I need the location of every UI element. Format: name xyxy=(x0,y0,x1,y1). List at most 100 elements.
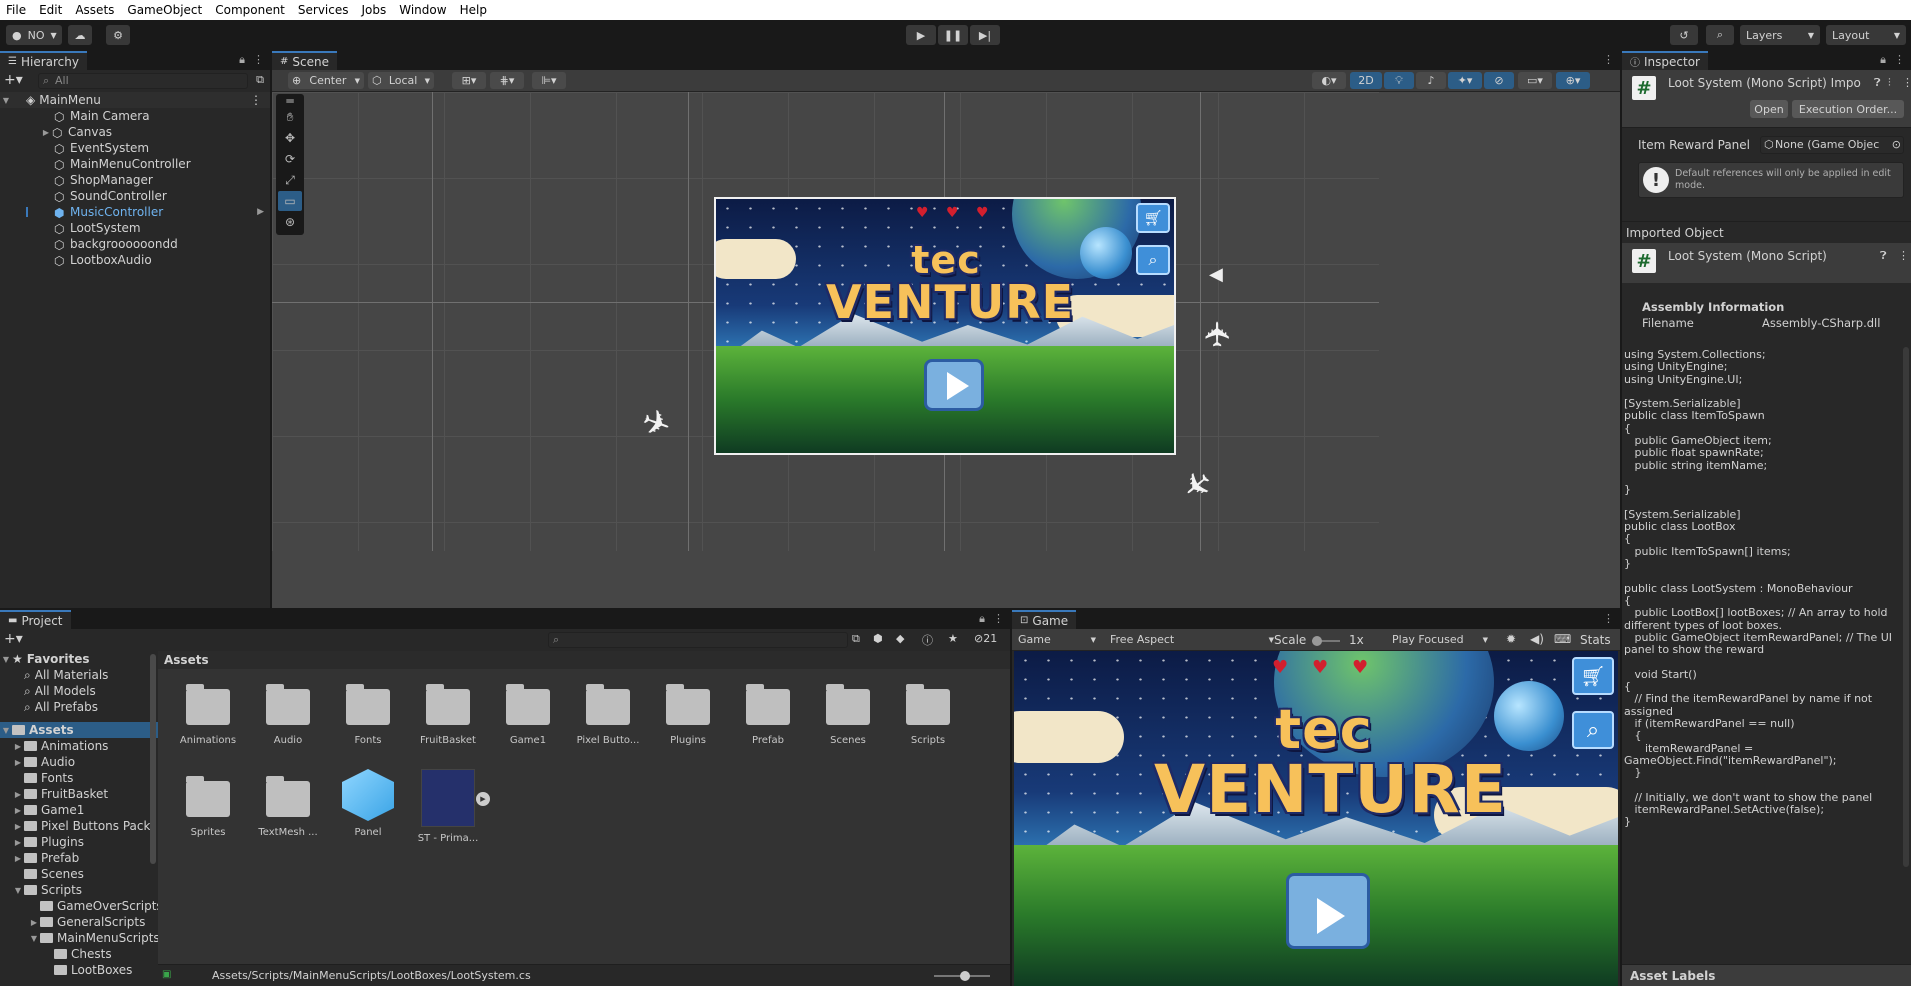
asset-folder[interactable]: Audio xyxy=(254,684,322,746)
hierarchy-item[interactable]: ⬡ MainMenuController xyxy=(54,156,191,172)
grid-snap-button[interactable]: ⊞▾ xyxy=(452,72,486,89)
display-dropdown[interactable]: Game ▼ xyxy=(1014,631,1100,648)
hierarchy-item[interactable]: ⬡ EventSystem xyxy=(54,140,149,156)
folder-row[interactable]: Fonts xyxy=(24,770,73,786)
favorite-item[interactable]: ⌕ All Models xyxy=(24,683,96,699)
more-menu-icon[interactable]: ⋮ xyxy=(1898,249,1909,262)
tab-scene[interactable]: # Scene xyxy=(272,51,337,70)
hierarchy-item[interactable]: ⬡ backgroooooondd xyxy=(54,236,178,252)
play-mode-dropdown[interactable]: Play Focused ▼ xyxy=(1388,631,1492,648)
folder-row[interactable]: ▼ MainMenuScripts xyxy=(28,930,160,946)
move-tool-icon[interactable]: ✥ xyxy=(278,128,302,148)
ruler-button[interactable]: ⊫▾ xyxy=(532,72,566,89)
tab-project[interactable]: ▬ Project xyxy=(0,610,71,629)
hierarchy-item[interactable]: ⬡ Main Camera xyxy=(54,108,150,124)
star-icon[interactable]: ★ xyxy=(948,632,958,645)
cloud-icon[interactable]: ☁ xyxy=(68,25,92,45)
scene-row[interactable]: ▼ ◈ MainMenu ⋮ xyxy=(0,92,270,108)
asset-prefab[interactable]: Panel xyxy=(334,769,402,838)
folder-row[interactable]: Chests xyxy=(54,946,112,962)
drag-handle-icon[interactable]: ═ xyxy=(278,94,302,108)
game-play-button[interactable] xyxy=(1286,873,1370,949)
rotate-tool-icon[interactable]: ⟳ xyxy=(278,149,302,169)
favorite-item[interactable]: ⌕ All Prefabs xyxy=(24,699,98,715)
tab-game[interactable]: ⊡ Game xyxy=(1012,610,1077,629)
space-dropdown[interactable]: ⬡ Local ▼ xyxy=(368,72,434,89)
toggle-2d-button[interactable]: 2D xyxy=(1350,72,1382,89)
shop-cart-button[interactable]: 🛒︎ xyxy=(1136,203,1170,233)
favorites-row[interactable]: ▼ ★ Favorites xyxy=(0,651,90,667)
history-button[interactable]: ↺ xyxy=(1670,25,1698,45)
icon-size-slider[interactable] xyxy=(934,971,990,981)
open-button[interactable]: Open xyxy=(1750,100,1788,118)
menu-jobs[interactable]: Jobs xyxy=(356,3,394,17)
audio-toggle[interactable]: ♪ xyxy=(1416,72,1446,89)
asset-folder[interactable]: Scenes xyxy=(814,684,882,746)
scrollbar[interactable] xyxy=(1903,347,1909,867)
audio-mute-icon[interactable]: ◀) xyxy=(1530,632,1544,646)
scrollbar[interactable] xyxy=(150,654,156,864)
more-menu-icon[interactable]: ⋮ xyxy=(993,612,1004,626)
pivot-dropdown[interactable]: ⊕ Center ▼ xyxy=(288,72,364,89)
folder-row[interactable]: ▶ FruitBasket xyxy=(12,786,108,802)
menu-assets[interactable]: Assets xyxy=(69,3,121,17)
menu-help[interactable]: Help xyxy=(454,3,494,17)
more-menu-icon[interactable]: ⋮ xyxy=(1603,612,1614,625)
shop-cart-button[interactable]: 🛒︎ xyxy=(1572,657,1614,695)
add-button[interactable]: +▾ xyxy=(4,631,23,647)
menu-window[interactable]: Window xyxy=(393,3,453,17)
asset-folder[interactable]: Game1 xyxy=(494,684,562,746)
folder-row[interactable]: ▶ Audio xyxy=(12,754,75,770)
search-game-button[interactable]: ⌕ xyxy=(1136,245,1170,275)
hierarchy-search-input[interactable]: ⌕ All xyxy=(38,73,248,89)
camera-settings-button[interactable]: ▭▾ xyxy=(1518,72,1552,89)
slider-thumb[interactable] xyxy=(1312,636,1322,646)
asset-folder[interactable]: Plugins xyxy=(654,684,722,746)
spaceship-sprite[interactable]: ✈ xyxy=(1198,320,1238,349)
layers-dropdown[interactable]: Layers ▼ xyxy=(1740,25,1820,45)
asset-folder[interactable]: Animations xyxy=(174,684,242,746)
spaceship-sprite[interactable]: ✈ xyxy=(636,400,676,447)
tab-inspector[interactable]: ⓘ Inspector xyxy=(1622,51,1708,70)
hand-tool-icon[interactable]: ✋︎ xyxy=(278,107,302,127)
play-button[interactable]: ▶ xyxy=(906,25,936,45)
folder-row[interactable]: GameOverScripts xyxy=(40,898,163,914)
game-canvas-preview[interactable]: ♥ ♥ ♥ tec VENTURE 🛒︎ ⌕ xyxy=(714,197,1176,455)
more-menu-icon[interactable]: ⋮ xyxy=(1902,76,1911,89)
folder-row[interactable]: LootBoxes xyxy=(54,962,132,978)
filter-icon[interactable]: ⧉ xyxy=(256,73,264,87)
folder-row[interactable]: ▶ GeneralScripts xyxy=(28,914,145,930)
tag-icon[interactable]: ◆ xyxy=(896,632,904,645)
more-menu-icon[interactable]: ⋮ xyxy=(1603,53,1614,66)
search-button[interactable]: ⌕ xyxy=(1706,25,1734,45)
pause-button[interactable]: ❚❚ xyxy=(938,25,968,45)
expand-arrow-icon[interactable]: ▶ xyxy=(40,128,52,137)
game-play-button[interactable] xyxy=(924,359,984,411)
lighting-toggle[interactable]: 💡︎ xyxy=(1384,72,1414,89)
slider-thumb[interactable] xyxy=(960,971,970,981)
effects-toggle[interactable]: ✦▾ xyxy=(1448,72,1482,89)
add-button[interactable]: +▾ xyxy=(4,72,23,88)
asset-folder[interactable]: Pixel Butto... xyxy=(574,684,642,746)
lock-icon[interactable]: 🔒︎ xyxy=(1880,53,1886,67)
asset-folder[interactable]: Fonts xyxy=(334,684,402,746)
folder-row[interactable]: ▶ Animations xyxy=(12,738,109,754)
chevron-right-icon[interactable]: ▶ xyxy=(257,207,264,217)
object-picker-icon[interactable]: ⊙ xyxy=(1891,137,1901,153)
menu-gameobject[interactable]: GameObject xyxy=(121,3,209,17)
collab-icon[interactable]: ⚙ xyxy=(106,25,130,45)
scale-tool-icon[interactable]: ⤢ xyxy=(278,170,302,190)
hierarchy-item-selected[interactable]: ⬢ MusicController ▶ xyxy=(0,204,270,220)
stats-button[interactable]: Stats xyxy=(1580,633,1611,647)
more-menu-icon[interactable]: ⋮ xyxy=(253,53,264,67)
step-button[interactable]: ▶| xyxy=(970,25,1000,45)
asset-sprite[interactable]: ▶ ST - Prima... xyxy=(414,769,490,844)
game-view[interactable]: ♥ ♥ ♥ tec VENTURE 🛒︎ ⌕ xyxy=(1014,651,1618,986)
settings-icon[interactable]: ⫶ xyxy=(1888,76,1891,90)
folder-row[interactable]: ▼ Scripts xyxy=(12,882,82,898)
folder-row[interactable]: Scenes xyxy=(24,866,84,882)
alert-icon[interactable]: ⓘ xyxy=(922,632,933,648)
folder-row[interactable]: ▶ Pixel Buttons Pack xyxy=(12,818,151,834)
hidden-packages-icon[interactable]: ⊘21 xyxy=(974,632,997,645)
hierarchy-item[interactable]: ⬡ ShopManager xyxy=(54,172,153,188)
